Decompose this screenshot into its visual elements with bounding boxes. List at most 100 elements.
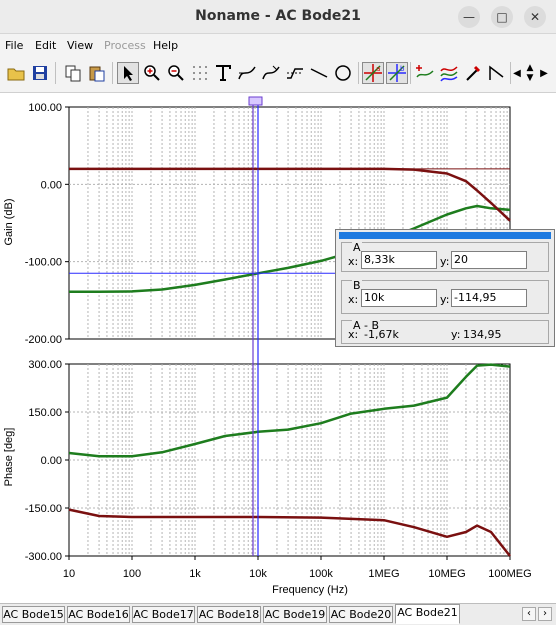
copy-icon bbox=[65, 65, 81, 82]
panel-caption-bar[interactable] bbox=[339, 232, 551, 239]
phase-y-axis-label: Phase [deg] bbox=[3, 428, 15, 487]
maximize-icon: □ bbox=[496, 10, 508, 24]
x-tick-label: 100MEG bbox=[488, 568, 531, 580]
step-curve-tool[interactable] bbox=[284, 62, 306, 84]
curves-icon bbox=[440, 66, 458, 82]
grid-button[interactable] bbox=[189, 62, 211, 84]
x-tick-label: 100k bbox=[309, 568, 333, 580]
tab-ac-bode20[interactable]: AC Bode20 bbox=[329, 606, 393, 623]
tab-ac-bode16[interactable]: AC Bode16 bbox=[67, 606, 130, 623]
text-tool[interactable] bbox=[212, 62, 234, 84]
pointer-tool[interactable] bbox=[117, 62, 139, 84]
cursor-b-icon: b bbox=[388, 64, 406, 82]
cursor-b-y-label: y: bbox=[440, 293, 450, 306]
phase-y-tick-label: -300.00 bbox=[25, 551, 62, 563]
cursor-diff-x-label: x: bbox=[348, 328, 359, 341]
cursor-diff-y-label: y: bbox=[451, 328, 461, 341]
gain-y-ticks: 100.00 0.00 -100.00 -200.00 bbox=[25, 102, 69, 346]
x-tick-label: 10MEG bbox=[428, 568, 465, 580]
cursor-readout-panel[interactable]: A x: 8,33k y: 20 B x: 10k y: -114,95 A -… bbox=[335, 229, 555, 347]
x-ticks: 10 100 1k 10k 100k 1MEG 10MEG 100MEG bbox=[63, 556, 532, 580]
add-curve-button[interactable] bbox=[414, 62, 436, 84]
phase-y-tick-label: 300.00 bbox=[28, 359, 62, 371]
open-button[interactable] bbox=[5, 62, 27, 84]
curve-tool[interactable] bbox=[236, 62, 258, 84]
tab-ac-bode17[interactable]: AC Bode17 bbox=[132, 606, 195, 623]
zoom-in-button[interactable] bbox=[141, 62, 163, 84]
cursor-a-icon: a bbox=[364, 64, 382, 82]
cursor-a-button[interactable]: a bbox=[362, 62, 384, 84]
close-button[interactable]: ✕ bbox=[524, 6, 546, 28]
phase-grid bbox=[68, 363, 511, 557]
curve-tool-icon bbox=[238, 66, 256, 80]
title-bar: Noname - AC Bode21 — □ ✕ bbox=[0, 0, 556, 34]
menu-edit[interactable]: Edit bbox=[35, 39, 56, 52]
cursor-diff-y-value: 134,95 bbox=[463, 328, 502, 341]
circle-tool[interactable] bbox=[332, 62, 354, 84]
scroll-updown-icon: ▲ ▼ bbox=[526, 63, 534, 83]
step-curve-icon bbox=[287, 68, 303, 79]
tab-scroll-right-icon: › bbox=[543, 608, 547, 619]
zoom-out-button[interactable] bbox=[165, 62, 187, 84]
cursor-a-group: A x: 8,33k y: 20 bbox=[341, 242, 549, 272]
svg-text:b: b bbox=[400, 65, 405, 73]
cursor-diff-group: A - B x: -1,67k y: 134,95 bbox=[341, 320, 549, 344]
save-button[interactable] bbox=[29, 62, 51, 84]
cursor-a-y-field[interactable]: 20 bbox=[451, 251, 527, 269]
open-folder-icon bbox=[7, 68, 25, 81]
gain-y-axis-label: Gain (dB) bbox=[3, 198, 15, 245]
tab-ac-bode19[interactable]: AC Bode19 bbox=[263, 606, 327, 623]
gain-y-tick-label: -200.00 bbox=[25, 334, 62, 346]
paste-button[interactable] bbox=[86, 62, 108, 84]
tab-ac-bode15[interactable]: AC Bode15 bbox=[2, 606, 65, 623]
cursor-b-button[interactable]: b bbox=[386, 62, 408, 84]
cursor-b-y-field[interactable]: -114,95 bbox=[451, 289, 527, 307]
paste-icon bbox=[89, 66, 105, 82]
menu-help[interactable]: Help bbox=[153, 39, 178, 52]
menu-file[interactable]: File bbox=[5, 39, 23, 52]
probe-icon bbox=[466, 65, 481, 81]
tab-scroll-left-button[interactable]: ‹ bbox=[522, 607, 536, 621]
x-tick-label: 10 bbox=[63, 568, 75, 580]
x-tick-label: 10k bbox=[249, 568, 267, 580]
probe-button[interactable] bbox=[462, 62, 484, 84]
toolbar: a b ◀ ▲ ▼ ▶ bbox=[0, 56, 556, 93]
cursor-b-x-field[interactable]: 10k bbox=[361, 289, 437, 307]
cursor-a-x-label: x: bbox=[348, 255, 359, 268]
line-tool[interactable] bbox=[308, 62, 330, 84]
cursor-a-y-label: y: bbox=[440, 255, 450, 268]
gain-y-tick-label: -100.00 bbox=[25, 257, 62, 269]
bode-plots[interactable]: 100.00 0.00 -100.00 -200.00 300.00 150.00 0.0… bbox=[0, 93, 556, 603]
scroll-right-icon: ▶ bbox=[540, 68, 548, 79]
copy-button[interactable] bbox=[62, 62, 84, 84]
x-tick-label: 1k bbox=[189, 568, 201, 580]
scroll-left-button[interactable]: ◀ bbox=[511, 62, 523, 84]
arrow-pattern-button[interactable] bbox=[486, 62, 508, 84]
tab-ac-bode21[interactable]: AC Bode21 bbox=[395, 604, 460, 624]
menu-view[interactable]: View bbox=[67, 39, 93, 52]
pointer-icon bbox=[124, 66, 133, 81]
tab-ac-bode18[interactable]: AC Bode18 bbox=[197, 606, 261, 623]
scroll-right-button[interactable]: ▶ bbox=[537, 62, 551, 84]
text-icon bbox=[216, 65, 231, 81]
cursor-a-x-field[interactable]: 8,33k bbox=[361, 251, 437, 269]
curves-button[interactable] bbox=[438, 62, 460, 84]
cursor-b-x-label: x: bbox=[348, 293, 359, 306]
maximize-button[interactable]: □ bbox=[491, 6, 513, 28]
line-icon bbox=[310, 68, 328, 78]
tab-scroll-right-button[interactable]: › bbox=[538, 607, 552, 621]
scroll-left-icon: ◀ bbox=[513, 68, 521, 79]
phase-y-tick-label: -150.00 bbox=[25, 503, 62, 515]
minimize-button[interactable]: — bbox=[458, 6, 480, 28]
phase-y-tick-label: 0.00 bbox=[41, 455, 62, 467]
gain-y-tick-label: 0.00 bbox=[41, 179, 62, 191]
scroll-updown-button[interactable]: ▲ ▼ bbox=[523, 62, 537, 84]
x-tick-label: 100 bbox=[123, 568, 141, 580]
circle-icon bbox=[335, 65, 351, 81]
add-curve-icon bbox=[416, 65, 434, 78]
cursor-handle bbox=[248, 96, 263, 106]
gain-y-tick-label: 100.00 bbox=[28, 102, 62, 114]
tab-bar: AC Bode15 AC Bode16 AC Bode17 AC Bode18 … bbox=[0, 603, 556, 625]
menu-process: Process bbox=[104, 39, 146, 52]
curve-tool-2[interactable] bbox=[260, 62, 282, 84]
